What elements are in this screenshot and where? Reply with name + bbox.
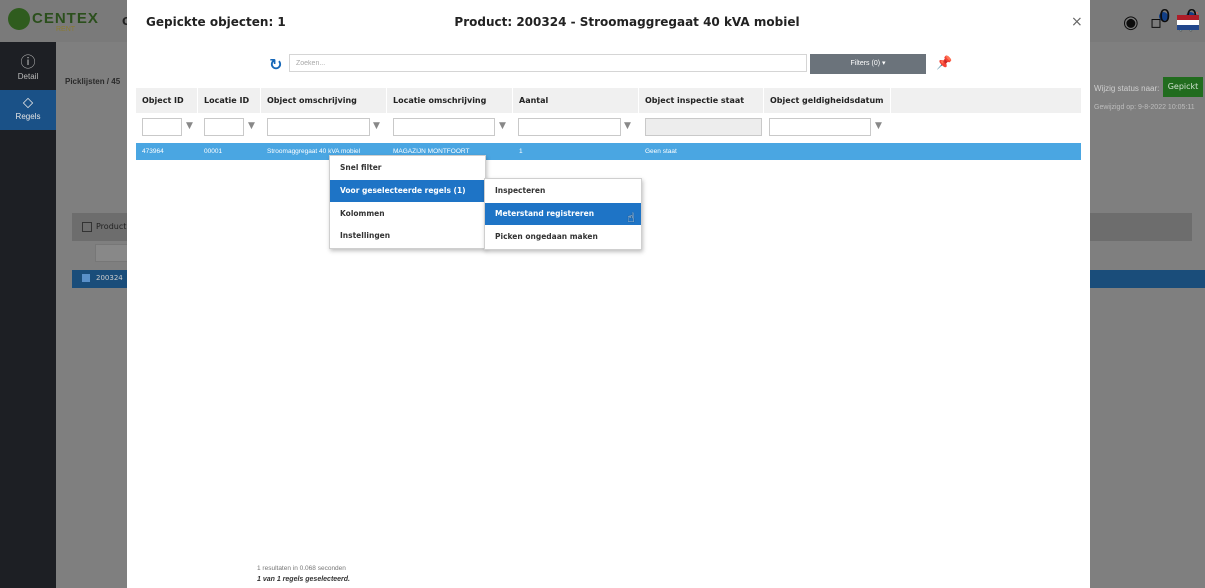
sidebar: ⓘ Detail ⬦ Regels bbox=[0, 42, 56, 588]
menu-item-snel-filter[interactable]: Snel filter bbox=[330, 157, 485, 179]
filter-input-locatie-omschrijving[interactable] bbox=[393, 118, 495, 136]
pin-icon[interactable]: 📌 bbox=[936, 56, 952, 71]
row-checkbox[interactable] bbox=[82, 274, 90, 282]
sidebar-item-regels[interactable]: ⬦ Regels bbox=[0, 90, 56, 130]
user-icon[interactable]: ◉ bbox=[1123, 12, 1139, 33]
hand-cursor-icon: ☝ bbox=[627, 211, 635, 226]
logo-subtext: RENT bbox=[56, 26, 76, 33]
logo-icon bbox=[8, 8, 30, 30]
menu-item-picken-ongedaan[interactable]: Picken ongedaan maken bbox=[485, 226, 641, 248]
filter-input-inspectie-staat bbox=[645, 118, 762, 136]
search-input[interactable] bbox=[289, 54, 807, 72]
column-header[interactable]: Object ID bbox=[136, 88, 198, 113]
filter-icon[interactable]: ▼ bbox=[186, 121, 193, 131]
modal-left-title: Gepickte objecten: 1 bbox=[146, 15, 286, 29]
product-column-header: Product bbox=[96, 222, 127, 231]
column-header[interactable]: Locatie ID bbox=[198, 88, 261, 113]
filter-input-aantal[interactable] bbox=[518, 118, 621, 136]
grid-badge: 0 bbox=[1159, 6, 1171, 27]
menu-item-kolommen[interactable]: Kolommen bbox=[330, 203, 485, 225]
filter-input-object-omschrijving[interactable] bbox=[267, 118, 370, 136]
filter-icon[interactable]: ▼ bbox=[248, 121, 255, 131]
info-icon: ⓘ bbox=[20, 54, 36, 71]
refresh-icon[interactable]: ↻ bbox=[269, 55, 282, 74]
submenu: Inspecteren Meterstand registreren Picke… bbox=[484, 178, 642, 250]
cell-aantal: 1 bbox=[519, 148, 523, 155]
column-header[interactable]: Aantal bbox=[513, 88, 639, 113]
modal-header: Gepickte objecten: 1 Product: 200324 - S… bbox=[127, 0, 1090, 44]
filter-input-geldigheidsdatum[interactable] bbox=[769, 118, 871, 136]
cell-object-id: 473964 bbox=[142, 148, 164, 155]
filter-input-object-id[interactable] bbox=[142, 118, 182, 136]
grid-header: Object ID Locatie ID Object omschrijving… bbox=[136, 88, 1081, 113]
context-menu: Snel filter Voor geselecteerde regels (1… bbox=[329, 155, 486, 249]
updated-text: Gewijzigd op: 9-8-2022 10:05:11 bbox=[1094, 104, 1195, 111]
sidebar-item-label: Regels bbox=[15, 112, 41, 121]
filter-icon[interactable]: ▼ bbox=[499, 121, 506, 131]
column-header[interactable]: Object omschrijving bbox=[261, 88, 387, 113]
column-header[interactable]: Object inspectie staat bbox=[639, 88, 764, 113]
sidebar-item-label: Detail bbox=[17, 72, 39, 81]
select-all-checkbox[interactable] bbox=[82, 222, 92, 232]
menu-item-inspecteren[interactable]: Inspecteren bbox=[485, 180, 641, 202]
menu-item-geselecteerde-regels[interactable]: Voor geselecteerde regels (1) bbox=[330, 180, 485, 202]
logo-text: CENTEX bbox=[32, 10, 99, 27]
filter-row: ▼ ▼ ▼ ▼ ▼ ▼ bbox=[136, 114, 1081, 141]
modal-dialog: Gepickte objecten: 1 Product: 200324 - S… bbox=[127, 0, 1090, 588]
filter-icon[interactable]: ▼ bbox=[624, 121, 631, 131]
column-header[interactable]: Object geldigheidsdatum bbox=[764, 88, 891, 113]
cell-geldigheidsdatum bbox=[764, 143, 770, 160]
close-icon[interactable]: × bbox=[1071, 14, 1083, 30]
modal-title: Product: 200324 - Stroomaggregaat 40 kVA… bbox=[454, 15, 800, 29]
selection-text: 1 van 1 regels geselecteerd. bbox=[257, 576, 350, 583]
status-button[interactable]: Gepickt bbox=[1163, 77, 1203, 97]
filters-button[interactable]: Filters (0) ▾ bbox=[810, 54, 926, 74]
menu-item-meterstand-registreren[interactable]: Meterstand registreren bbox=[485, 203, 641, 225]
tag-icon: ⬦ bbox=[22, 94, 34, 111]
breadcrumb[interactable]: Picklijsten / 45 bbox=[65, 77, 120, 86]
status-label: Wijzig status naar: bbox=[1094, 84, 1160, 93]
product-id: 200324 bbox=[96, 274, 123, 282]
cell-locatie-id: 00001 bbox=[204, 148, 223, 155]
filter-input-locatie-id[interactable] bbox=[204, 118, 244, 136]
filter-icon[interactable]: ▼ bbox=[875, 121, 882, 131]
table-row[interactable]: 473964 00001 Stroomaggregaat 40 kVA mobi… bbox=[136, 143, 1081, 160]
filter-icon[interactable]: ▼ bbox=[373, 121, 380, 131]
sidebar-item-detail[interactable]: ⓘ Detail bbox=[0, 50, 56, 90]
column-header[interactable]: Locatie omschrijving bbox=[387, 88, 513, 113]
flag-nl-icon[interactable] bbox=[1177, 15, 1199, 30]
cell-inspectie-staat: Geen staat bbox=[645, 148, 677, 155]
results-text: 1 resultaten in 0.068 seconden bbox=[257, 565, 346, 572]
menu-item-instellingen[interactable]: Instellingen bbox=[330, 225, 485, 247]
